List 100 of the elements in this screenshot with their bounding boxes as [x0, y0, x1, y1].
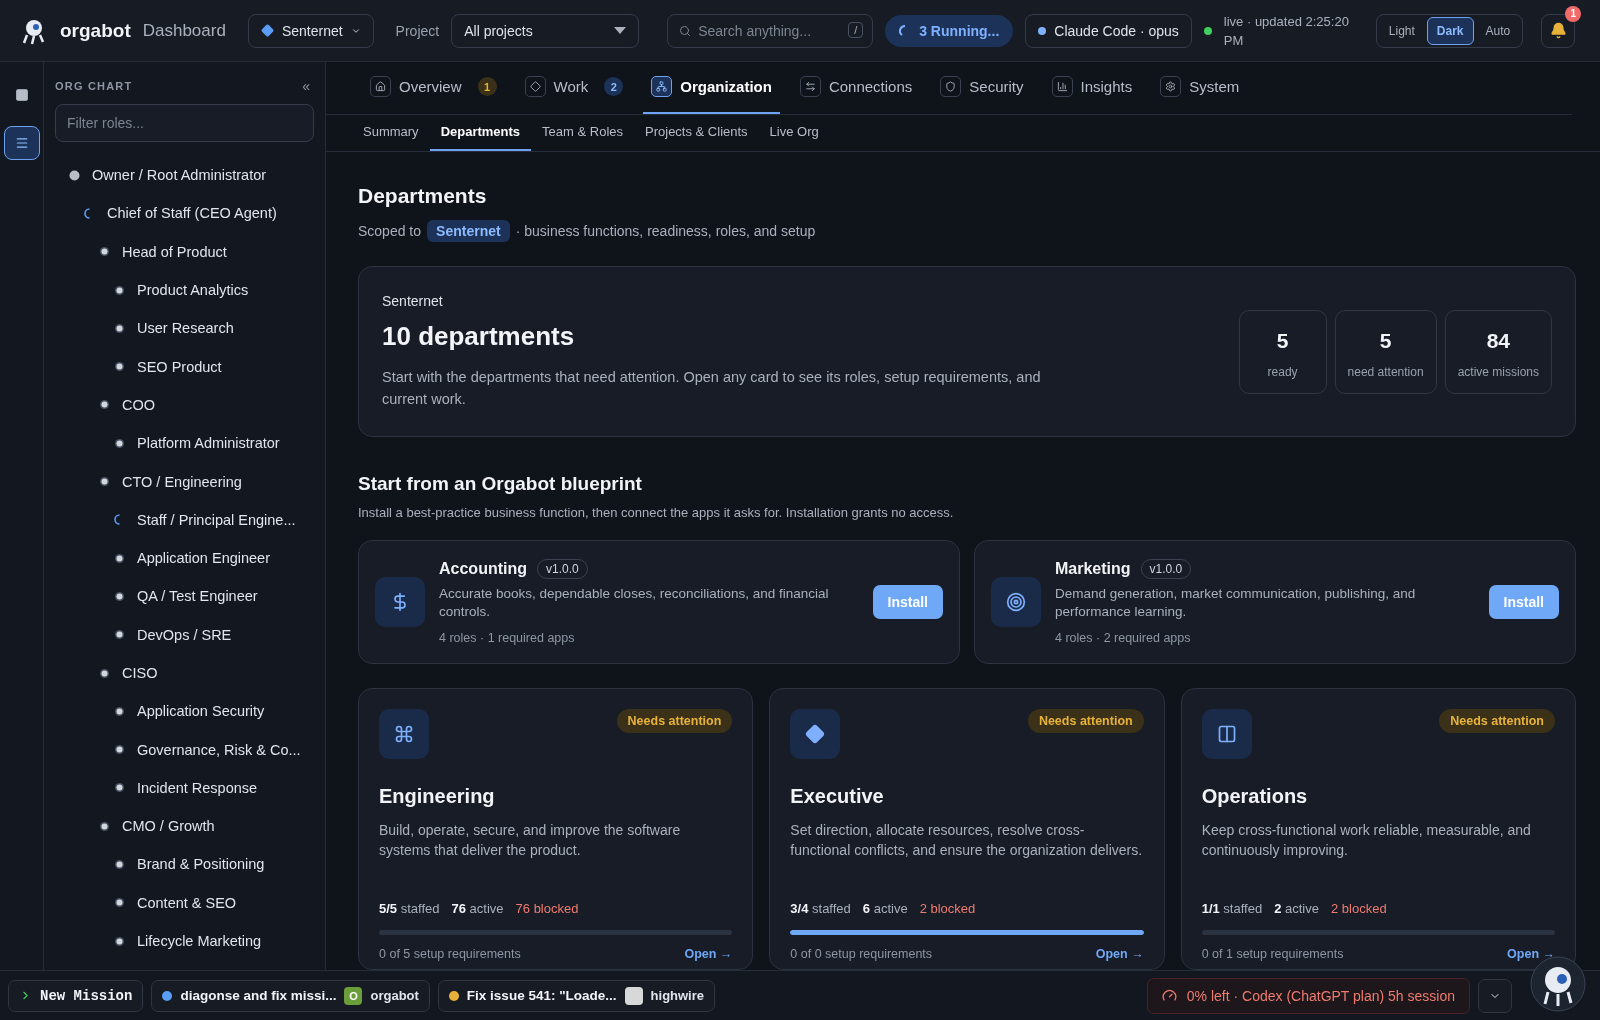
project-avatar	[624, 986, 643, 1005]
section-heading: Start from an Orgabot blueprint	[358, 473, 643, 495]
department-count: 10 departments	[382, 321, 576, 352]
org-tree-item[interactable]: Head of Product	[122, 243, 227, 260]
stat-label: active missions	[1457, 364, 1539, 379]
org-tree-item[interactable]: Chief of Staff (CEO Agent)	[107, 205, 277, 222]
org-chart-button[interactable]	[3, 126, 40, 160]
department-description: Set direction, allocate resources, resolve cross-functional conflicts, and ensure the organization delivers.	[790, 821, 1144, 860]
agent-select[interactable]: Claude Code · opus	[1025, 13, 1192, 48]
blocked-count: 76 blocked	[515, 901, 579, 916]
active-count: 2 active	[1274, 901, 1319, 916]
org-tree-item[interactable]: COO	[122, 396, 156, 413]
department-description: Keep cross-functional work reliable, measurable, and continuously improving.	[1201, 821, 1532, 860]
setup-requirements: 0 of 5 setup requirements	[379, 947, 521, 961]
staffed-count: 1/1 staffed	[1201, 901, 1263, 916]
sub-tab[interactable]: Departments	[429, 114, 532, 151]
nav-tab[interactable]: Connections	[791, 62, 921, 114]
nav-tab[interactable]: System	[1152, 62, 1248, 114]
sub-tab[interactable]: Summary	[352, 114, 430, 151]
department-card[interactable]: Needs attention Engineering Build, operate, secure, and improve the software systems that deliver the product. 5/5 staffed 76 active 76 blocked 0 of 5 setup requirements Open →	[358, 688, 754, 970]
org-tree-item[interactable]: Governance, Risk & Co...	[137, 741, 301, 758]
workspace-select[interactable]: Senternet	[247, 13, 374, 48]
org-tree-item[interactable]: CTO / Engineering	[122, 473, 242, 490]
running-indicator[interactable]: 3 Running...	[885, 14, 1014, 47]
blueprint-name: Accounting	[439, 560, 527, 578]
org-tree-item[interactable]: User Research	[137, 320, 234, 337]
org-tree-item[interactable]: Application Security	[137, 703, 265, 720]
org-tree-item[interactable]: Owner / Root Administrator	[92, 167, 267, 184]
project-name: highwire	[650, 988, 705, 1003]
page-title: Departments	[358, 184, 488, 208]
dollar-icon	[375, 577, 425, 627]
bar-chart-icon	[1051, 76, 1073, 98]
search-icon	[679, 24, 692, 37]
blueprint-meta: 4 roles · 1 required apps	[439, 631, 576, 645]
project-label: Project	[395, 22, 440, 39]
sub-tab[interactable]: Live Org	[758, 114, 830, 151]
department-card[interactable]: Needs attention Operations Keep cross-functional work reliable, measurable, and continuously improving. 1/1 staffed 2 active 2 blocked 0 of 1 setup requirements Open →	[1180, 688, 1576, 970]
org-tree-item[interactable]: Content & SEO	[137, 894, 237, 911]
status-tag: Needs attention	[1439, 709, 1555, 733]
org-tree-item[interactable]: CMO / Growth	[122, 818, 215, 835]
stat-value: 84	[1486, 328, 1510, 353]
project-select[interactable]: All projects	[451, 13, 640, 48]
stat-value: 5	[1379, 328, 1392, 353]
notification-count: 1	[1565, 5, 1582, 22]
sidebar-title: ORG CHART	[55, 80, 133, 92]
department-card[interactable]: Needs attention Executive Set direction, allocate resources, resolve cross-functional conflicts, and ensure the organization delivers. 3/4 staffed 6 active 2 blocked 0 of 0 setup requirements Open →	[769, 688, 1165, 970]
new-mission-button[interactable]: New Mission	[8, 979, 144, 1012]
org-tree-item[interactable]: Incident Response	[137, 779, 258, 796]
org-tree-item[interactable]: Application Engineer	[137, 550, 270, 567]
theme-option[interactable]: Dark	[1426, 16, 1474, 45]
org-tree-item[interactable]: DevOps / SRE	[137, 626, 232, 643]
stat-value: 5	[1276, 328, 1289, 353]
org-tree-item[interactable]: Brand & Positioning	[137, 856, 265, 873]
open-link[interactable]: Open →	[1507, 947, 1555, 961]
active-count: 76 active	[451, 901, 504, 916]
nav-tab[interactable]: Overview 1	[362, 62, 505, 114]
shortcut-key: /	[848, 21, 864, 38]
section-title: Dashboard	[142, 20, 226, 41]
blueprint-description: Accurate books, dependable closes, reconciliations, and financial controls.	[439, 585, 830, 621]
sub-tab[interactable]: Projects & Clients	[634, 114, 759, 151]
dropdown-arrow-icon	[614, 26, 627, 35]
blueprint-meta: 4 roles · 2 required apps	[1055, 631, 1192, 645]
collapse-button[interactable]: «	[298, 78, 314, 94]
mission-chip[interactable]: Fix issue 541: "Loade... highwire	[437, 979, 716, 1012]
theme-option[interactable]: Auto	[1475, 16, 1521, 45]
shield-icon	[940, 76, 962, 98]
blocked-count: 2 blocked	[919, 901, 976, 916]
scope-label: Scoped to	[358, 223, 422, 239]
nav-tab[interactable]: Organization	[643, 62, 780, 114]
active-count: 6 active	[862, 901, 908, 916]
count-badge: 1	[477, 77, 497, 97]
department-name: Engineering	[379, 785, 496, 808]
department-name: Operations	[1201, 785, 1309, 808]
live-status: live · updated 2:25:20 PM	[1223, 12, 1350, 50]
mission-chip[interactable]: diagonse and fix missi... O orgabot	[151, 979, 430, 1012]
project-avatar: O	[344, 986, 363, 1005]
theme-option[interactable]: Light	[1378, 16, 1425, 45]
org-tree-item[interactable]: Lifecycle Marketing	[137, 933, 262, 950]
org-tree-item[interactable]: SEO Product	[137, 358, 222, 375]
open-link[interactable]: Open →	[684, 947, 733, 961]
org-tree-item[interactable]: Platform Administrator	[137, 435, 280, 452]
hierarchy-icon	[651, 76, 673, 98]
filter-field[interactable]: Filter roles...	[55, 104, 314, 142]
count-badge: 2	[604, 77, 624, 97]
nav-tab[interactable]: Insights	[1043, 62, 1141, 114]
org-tree-item[interactable]: Product Analytics	[137, 282, 249, 299]
staffed-count: 3/4 staffed	[790, 901, 851, 916]
columns-icon	[1201, 709, 1252, 759]
scope-description: · business functions, readiness, roles, and setup	[515, 223, 816, 239]
nav-tab[interactable]: Work 2	[516, 62, 632, 114]
arrows-icon	[799, 76, 821, 98]
org-tree-item[interactable]: QA / Test Engineer	[137, 588, 258, 605]
org-tree-item[interactable]: CISO	[122, 665, 158, 681]
org-tree-item[interactable]: Staff / Principal Engine...	[137, 511, 296, 528]
nav-tab[interactable]: Security	[932, 62, 1032, 114]
sub-tab[interactable]: Team & Roles	[531, 114, 634, 151]
open-link[interactable]: Open →	[1095, 947, 1144, 961]
project-name: orgabot	[370, 988, 419, 1003]
setup-requirements: 0 of 1 setup requirements	[1201, 947, 1344, 961]
org-name: Senternet	[382, 293, 444, 309]
